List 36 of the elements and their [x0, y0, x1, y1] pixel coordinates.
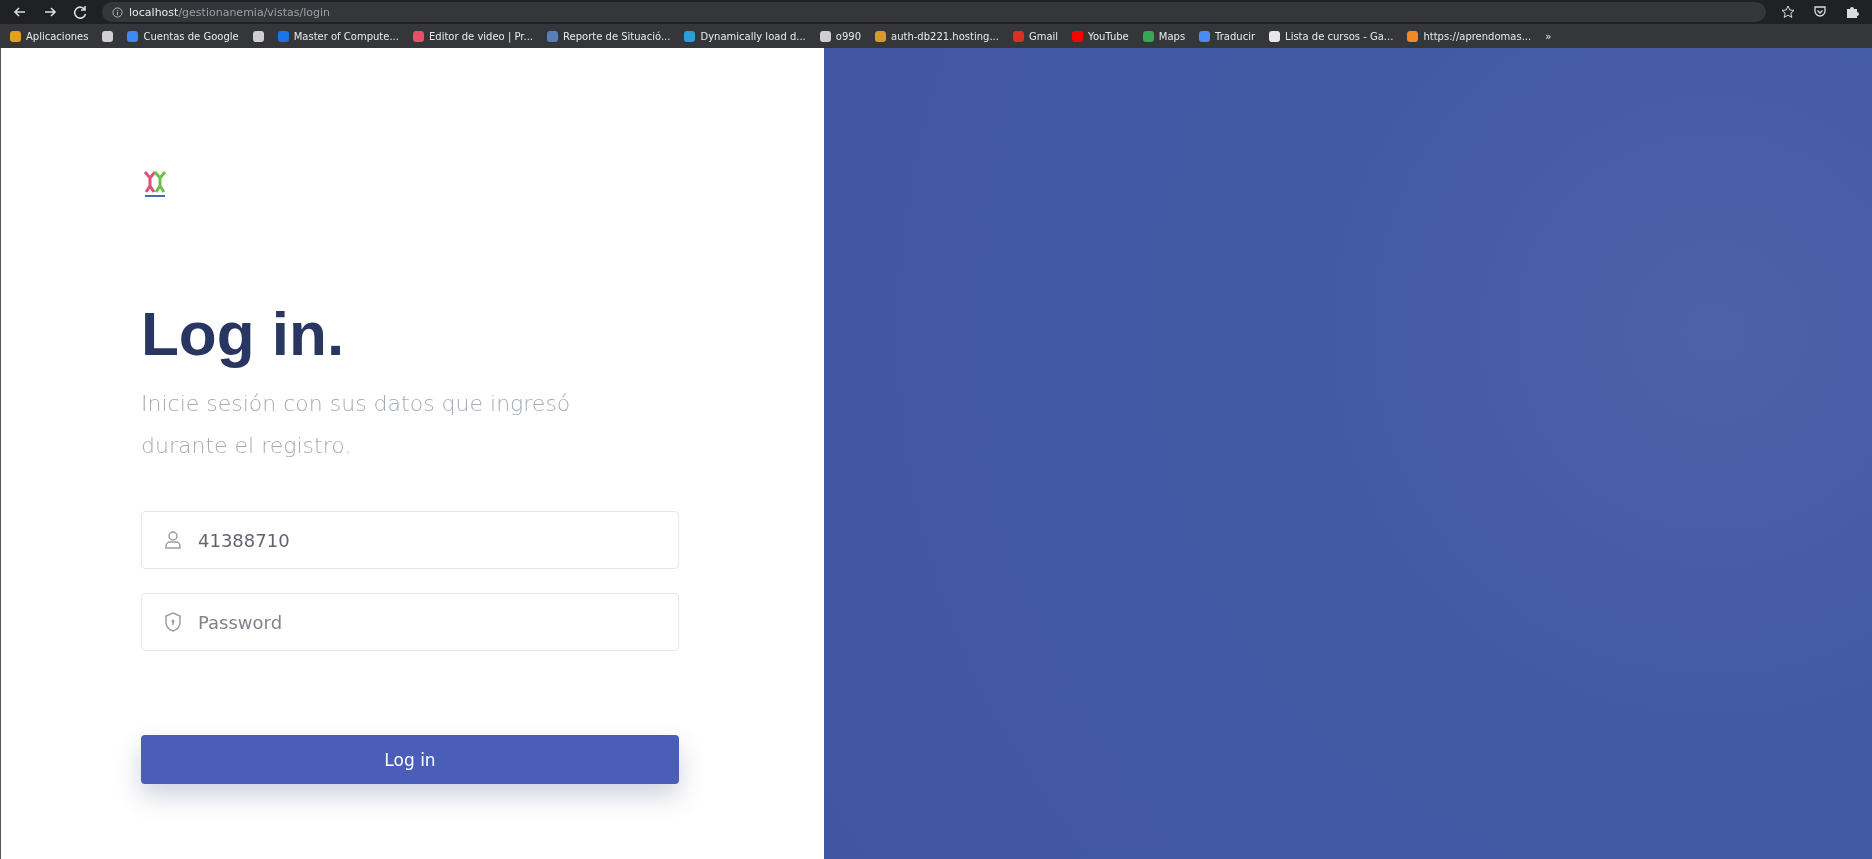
- bookmark[interactable]: https://aprendomas...: [1423, 30, 1532, 42]
- bookmark[interactable]: Editor de video | Pr...: [428, 30, 534, 42]
- login-button[interactable]: Log in: [141, 735, 679, 784]
- bookmark[interactable]: Master of Compute...: [293, 30, 399, 42]
- bookmark-icon[interactable]: [102, 30, 114, 42]
- bookmark[interactable]: Gmail: [1028, 30, 1059, 42]
- star-icon[interactable]: [1780, 4, 1796, 20]
- logo-drawing: [141, 168, 169, 198]
- address-bar[interactable]: localhost/gestionanemia/vistas/login: [102, 2, 1766, 22]
- bookmark[interactable]: Cuentas de Google: [143, 30, 239, 42]
- login-title: Log in.: [141, 298, 346, 369]
- reload-icon[interactable]: [72, 4, 88, 20]
- bookmark-icon[interactable]: [819, 30, 831, 42]
- bookmark-icon[interactable]: [1407, 30, 1419, 42]
- bookmark-icon[interactable]: [1269, 30, 1281, 42]
- bookmark[interactable]: Aplicaciones: [26, 30, 89, 42]
- bookmark-icon[interactable]: [1142, 30, 1154, 42]
- bookmark[interactable]: Reporte de Situació...: [563, 30, 671, 42]
- bookmark-icon[interactable]: [10, 30, 21, 42]
- more-bookmarks-button[interactable]: »: [1545, 30, 1552, 42]
- bookmark-icon[interactable]: [684, 30, 696, 42]
- password-field[interactable]: Password: [141, 593, 679, 651]
- puzzle-icon[interactable]: [1844, 4, 1860, 20]
- info-icon[interactable]: [112, 6, 123, 18]
- bookmark-icon[interactable]: [252, 30, 264, 42]
- bookmark[interactable]: Dynamically load d...: [700, 30, 806, 42]
- bookmark[interactable]: Traducir: [1215, 30, 1256, 42]
- bookmark[interactable]: Lista de cursos - Ga...: [1285, 30, 1394, 42]
- login-subtitle: Inicie sesión con sus datos que ingresó durante el registro.: [141, 390, 572, 460]
- username-field[interactable]: 41388710: [141, 511, 679, 569]
- bookmark-icon[interactable]: [875, 30, 887, 42]
- bookmark[interactable]: Maps: [1158, 30, 1186, 42]
- pocket-icon[interactable]: [1812, 4, 1828, 20]
- bookmark[interactable]: YouTube: [1088, 30, 1129, 42]
- bookmark[interactable]: auth-db221.hosting...: [891, 30, 999, 42]
- bookmark[interactable]: o990: [835, 30, 862, 42]
